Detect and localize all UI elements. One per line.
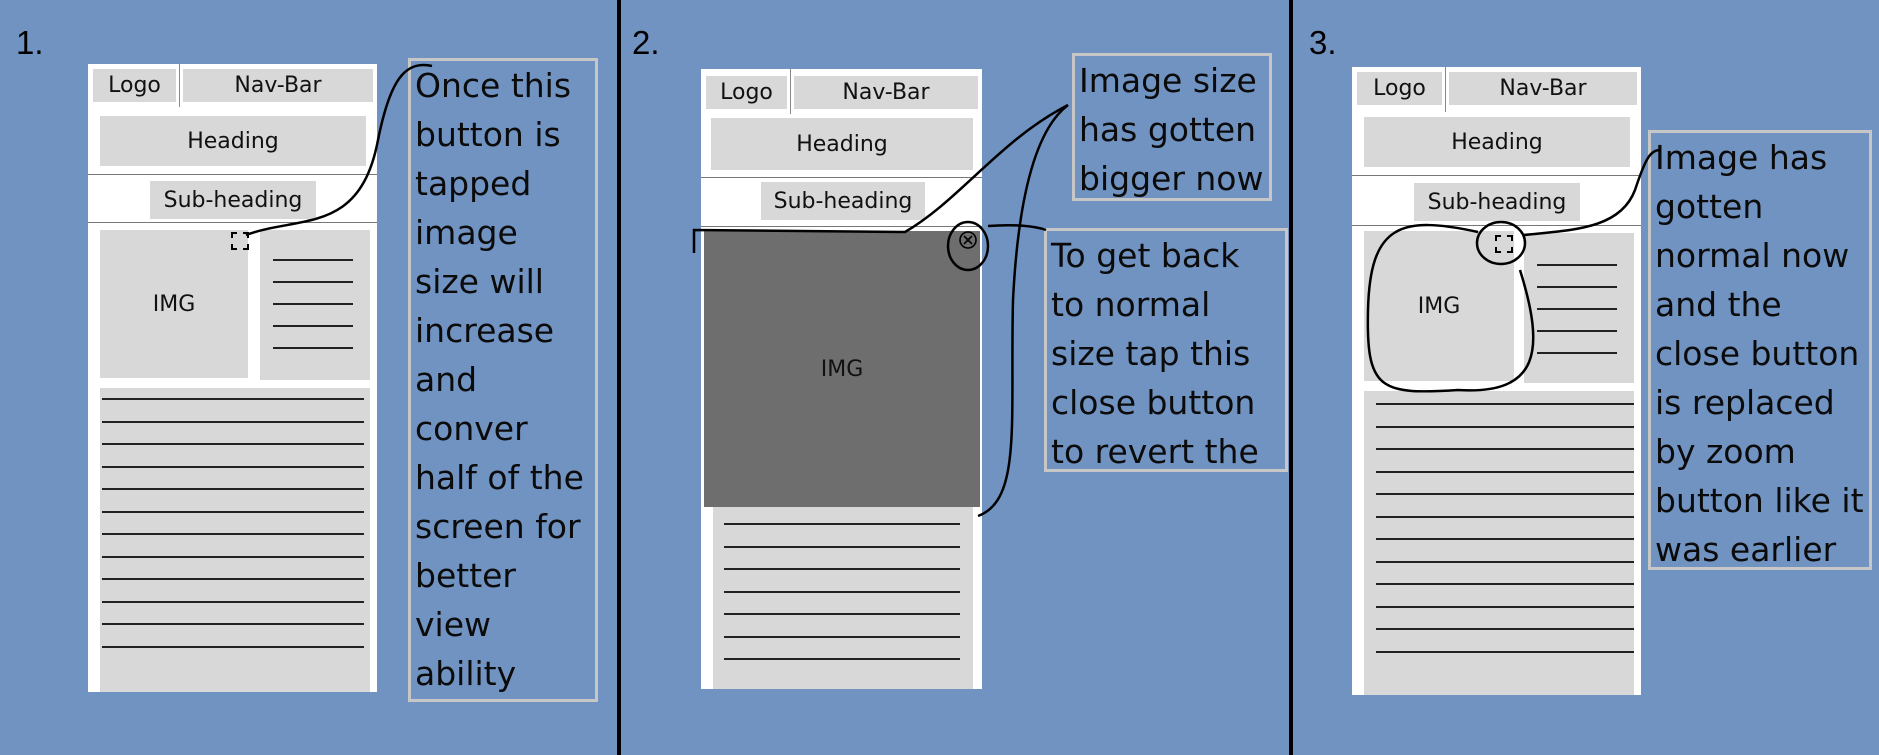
step-label-1: 1. bbox=[16, 24, 44, 61]
text-line bbox=[1376, 515, 1634, 518]
text-line bbox=[724, 568, 960, 570]
heading-3: Heading bbox=[1364, 117, 1630, 167]
heading-2: Heading bbox=[711, 118, 973, 170]
phone-mockup-2: Logo Nav-Bar Heading Sub-heading IMG bbox=[701, 69, 982, 689]
logo-3[interactable]: Logo bbox=[1357, 72, 1442, 105]
logo-1[interactable]: Logo bbox=[93, 69, 176, 102]
text-line bbox=[1376, 628, 1634, 630]
text-line bbox=[273, 281, 353, 283]
phone-mockup-1: Logo Nav-Bar Heading Sub-heading IMG bbox=[88, 64, 377, 692]
text-line bbox=[1376, 448, 1634, 450]
text-line bbox=[1537, 308, 1617, 310]
text-line bbox=[1376, 470, 1634, 473]
header-separator bbox=[179, 64, 180, 107]
text-line bbox=[1537, 352, 1617, 354]
side-text-1 bbox=[260, 230, 370, 380]
text-line bbox=[102, 420, 364, 423]
text-line bbox=[1537, 286, 1617, 288]
text-line bbox=[102, 600, 364, 603]
subheading-1: Sub-heading bbox=[150, 181, 316, 219]
nav-bar-3[interactable]: Nav-Bar bbox=[1449, 72, 1637, 105]
body-text-3 bbox=[1364, 391, 1634, 695]
text-line bbox=[102, 443, 364, 445]
callout-3: Image has gotten normal now and the clos… bbox=[1648, 130, 1872, 570]
callout-1: Once this button is tapped image size wi… bbox=[408, 58, 598, 702]
image-1: IMG bbox=[100, 230, 248, 378]
text-line bbox=[273, 303, 353, 305]
step-label-2: 2. bbox=[632, 24, 660, 61]
text-line bbox=[724, 635, 960, 638]
text-line bbox=[102, 578, 364, 580]
panel-divider-1 bbox=[617, 0, 621, 755]
expand-icon[interactable] bbox=[1494, 234, 1514, 254]
text-line bbox=[1376, 538, 1634, 540]
text-line bbox=[724, 658, 960, 660]
subheading-3: Sub-heading bbox=[1414, 183, 1580, 221]
text-line bbox=[724, 545, 960, 548]
text-line bbox=[102, 488, 364, 490]
text-line bbox=[102, 555, 364, 558]
section-divider bbox=[1352, 225, 1641, 226]
phone-mockup-3: Logo Nav-Bar Heading Sub-heading IMG bbox=[1352, 67, 1641, 695]
callout-2-top: Image size has gotten bigger now bbox=[1072, 53, 1272, 201]
nav-bar-1[interactable]: Nav-Bar bbox=[183, 69, 373, 102]
text-line bbox=[102, 465, 364, 468]
section-divider bbox=[1352, 175, 1641, 176]
text-line bbox=[1376, 425, 1634, 428]
section-divider bbox=[701, 177, 982, 178]
text-line bbox=[724, 590, 960, 593]
text-line bbox=[724, 613, 960, 615]
text-line bbox=[273, 347, 353, 349]
text-line bbox=[102, 623, 364, 625]
text-line bbox=[102, 510, 364, 513]
text-line bbox=[1376, 493, 1634, 495]
logo-2[interactable]: Logo bbox=[706, 76, 787, 109]
text-line bbox=[1537, 330, 1617, 332]
close-circle-icon[interactable] bbox=[958, 230, 978, 250]
heading-1: Heading bbox=[100, 116, 366, 166]
text-line bbox=[102, 398, 364, 400]
text-line bbox=[1376, 583, 1634, 585]
text-line bbox=[1376, 560, 1634, 563]
header-separator bbox=[790, 69, 791, 114]
callout-2-side: To get back to normal size tap this clos… bbox=[1044, 228, 1288, 472]
text-line bbox=[1376, 605, 1634, 608]
text-line bbox=[1537, 264, 1617, 266]
text-line bbox=[724, 523, 960, 525]
expand-icon[interactable] bbox=[230, 231, 250, 251]
panel-divider-2 bbox=[1289, 0, 1293, 755]
section-divider bbox=[701, 226, 982, 227]
nav-bar-2[interactable]: Nav-Bar bbox=[794, 76, 978, 109]
text-line bbox=[1376, 403, 1634, 405]
section-divider bbox=[88, 222, 377, 223]
header-separator bbox=[1445, 67, 1446, 112]
text-line bbox=[102, 645, 364, 648]
body-text-2 bbox=[713, 507, 973, 689]
image-3: IMG bbox=[1364, 231, 1514, 381]
text-line bbox=[1376, 650, 1634, 653]
text-line bbox=[273, 259, 353, 261]
expanded-image-2: IMG bbox=[704, 231, 980, 507]
text-line bbox=[273, 325, 353, 327]
step-label-3: 3. bbox=[1309, 24, 1337, 61]
section-divider bbox=[88, 174, 377, 175]
subheading-2: Sub-heading bbox=[761, 182, 925, 220]
text-line bbox=[102, 533, 364, 535]
